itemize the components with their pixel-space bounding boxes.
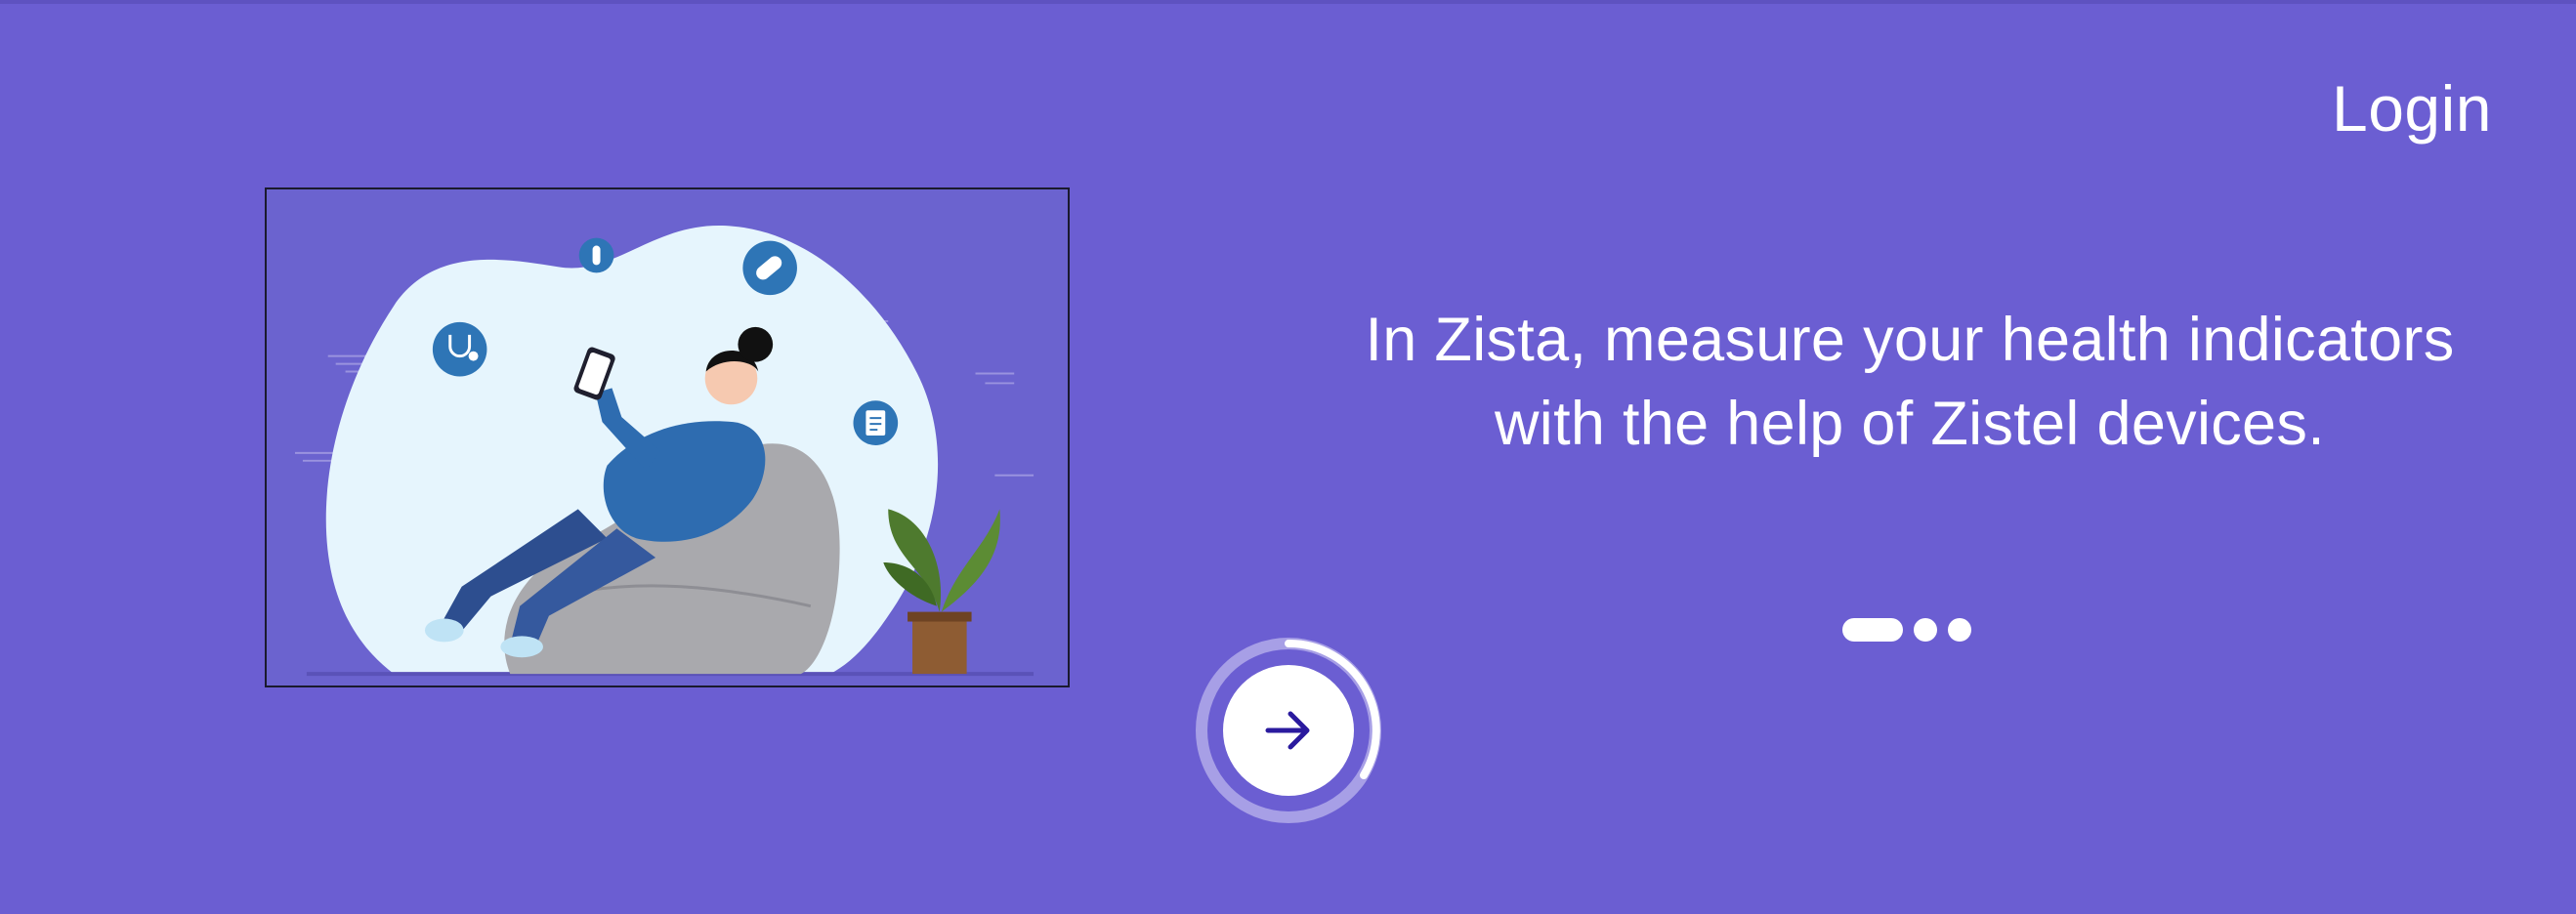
tagline-line-1: In Zista, measure your health indicators (1365, 306, 2455, 374)
tagline-line-2: with the help of Zistel devices. (1494, 390, 2325, 458)
top-edge (0, 0, 2576, 4)
test-tube-icon (578, 237, 614, 273)
page-dot-1-active[interactable] (1842, 618, 1903, 642)
page-dot-2[interactable] (1914, 618, 1937, 642)
onboarding-tagline: In Zista, measure your health indicators… (1270, 298, 2550, 466)
pill-icon (742, 240, 797, 296)
next-button[interactable] (1223, 665, 1354, 796)
onboarding-illustration (265, 187, 1070, 687)
next-button-container (1194, 636, 1383, 825)
stethoscope-icon (432, 321, 487, 377)
page-indicator (1842, 617, 1971, 643)
arrow-right-icon (1265, 711, 1310, 750)
document-icon (853, 400, 899, 445)
page-dot-3[interactable] (1948, 618, 1971, 642)
login-link[interactable]: Login (2332, 76, 2492, 141)
